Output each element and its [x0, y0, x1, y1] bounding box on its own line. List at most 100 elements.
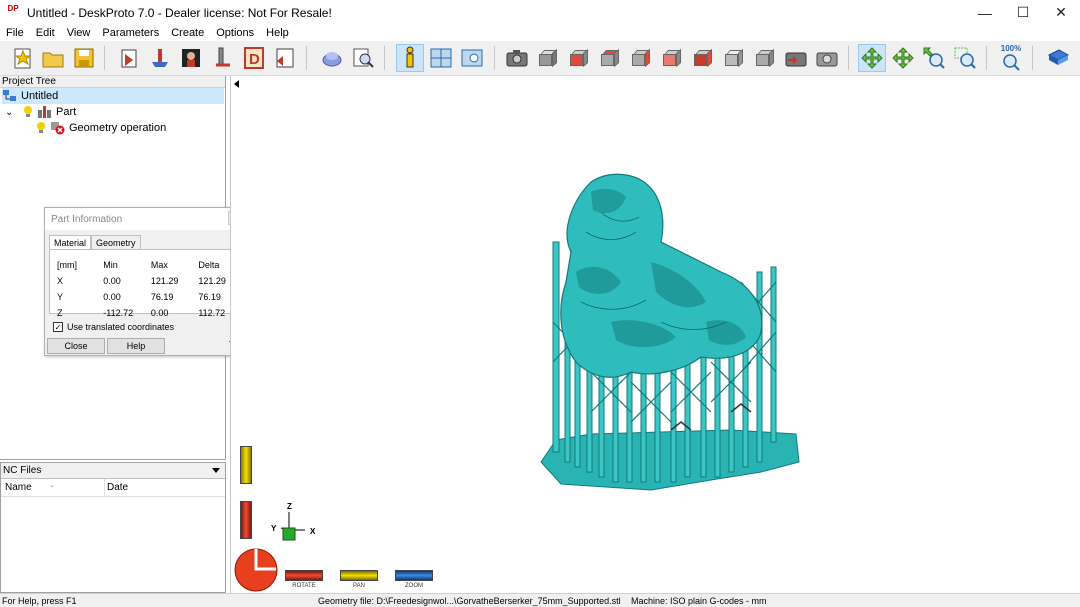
toolbar-separator: [494, 46, 495, 70]
nc-files-columns: Name ⌄ Date: [1, 478, 225, 497]
view-reset-button[interactable]: [751, 44, 779, 72]
view-bottom-button[interactable]: [720, 44, 748, 72]
help-book-button[interactable]: [1044, 44, 1072, 72]
toolbar-separator: [104, 46, 105, 70]
collapse-panel-arrow-icon[interactable]: [234, 80, 239, 88]
export-button[interactable]: [271, 44, 299, 72]
menu-view[interactable]: View: [61, 27, 97, 39]
checkbox-box[interactable]: ✓: [53, 322, 63, 332]
tab-material[interactable]: Material: [49, 235, 92, 249]
col-unit: [mm]: [57, 260, 77, 270]
rotate-bar[interactable]: [285, 570, 323, 581]
column-name[interactable]: Name ⌄: [1, 478, 105, 497]
svg-text:D: D: [249, 51, 260, 68]
info-icon: [406, 46, 414, 68]
part-info-button[interactable]: [396, 44, 424, 72]
minimize-button[interactable]: —: [966, 0, 1004, 25]
nc-files-header: NC Files: [1, 463, 225, 479]
table-row: X 0.00 121.29 121.29: [57, 274, 238, 288]
tree-item-part[interactable]: ⌄ Part: [5, 104, 76, 120]
cube-right-icon: [630, 48, 652, 68]
window-layout-icon: [430, 48, 452, 68]
floppy-icon: [74, 48, 94, 68]
bitmap-icon: [182, 49, 200, 67]
column-date-label: Date: [107, 482, 129, 493]
close-button[interactable]: ✕: [1042, 0, 1080, 25]
min-value: -112.72: [103, 308, 134, 318]
view-front-button[interactable]: [565, 44, 593, 72]
part-information-dialog: Part Information Material Geometry [mm] …: [44, 207, 245, 356]
menu-parameters[interactable]: Parameters: [96, 27, 165, 39]
window-controls: — ☐ ✕: [966, 0, 1080, 25]
tab-geometry[interactable]: Geometry: [91, 235, 141, 249]
simulation-button[interactable]: [318, 44, 346, 72]
menu-help[interactable]: Help: [260, 27, 295, 39]
open-button[interactable]: [39, 44, 67, 72]
snapshot-button[interactable]: [813, 44, 841, 72]
zoom-thumbwheel[interactable]: [240, 446, 252, 484]
preview-button[interactable]: [349, 44, 377, 72]
menu-edit[interactable]: Edit: [30, 27, 61, 39]
drawing-button[interactable]: D: [240, 44, 268, 72]
new-project-button[interactable]: [9, 44, 37, 72]
tree-item-untitled[interactable]: Untitled: [2, 88, 224, 104]
view-left-button[interactable]: [658, 44, 686, 72]
translated-coordinates-checkbox[interactable]: ✓ Use translated coordinates: [53, 322, 174, 332]
cube-bottom-icon: [723, 48, 745, 68]
view-iso-button[interactable]: [534, 44, 562, 72]
pan-mode-button[interactable]: [889, 44, 917, 72]
min-value: 0.00: [103, 276, 121, 286]
column-date[interactable]: Date: [105, 482, 128, 493]
dimensions-table: [mm] Min Max Delta X 0.00 121.29 121.29 …: [55, 256, 240, 322]
toolbar-separator: [1032, 46, 1033, 70]
tree-label-untitled: Untitled: [21, 90, 59, 102]
layout-button[interactable]: [427, 44, 455, 72]
view-top-button[interactable]: [596, 44, 624, 72]
chevron-down-icon: ⌄: [5, 106, 14, 118]
help-dialog-button[interactable]: Help: [107, 338, 165, 354]
col-min: Min: [103, 260, 118, 270]
zoom-bar[interactable]: [395, 570, 433, 581]
zoom-label: ZOOM: [405, 583, 423, 589]
rotate-thumbwheel[interactable]: [240, 501, 252, 539]
view-right-button[interactable]: [627, 44, 655, 72]
tool-button[interactable]: [208, 44, 236, 72]
zoom-100-button[interactable]: 100%: [997, 44, 1025, 72]
bitmap-button[interactable]: [177, 44, 205, 72]
close-dialog-button[interactable]: Close: [47, 338, 105, 354]
operation-error-icon: [51, 122, 65, 135]
toolbar-separator: [306, 46, 307, 70]
cube-iso-icon: [537, 48, 559, 68]
pan-bar[interactable]: [340, 570, 378, 581]
nc-files-panel: NC Files Name ⌄ Date: [0, 462, 226, 593]
menu-options[interactable]: Options: [210, 27, 260, 39]
tree-item-geometry-operation[interactable]: Geometry operation: [34, 120, 166, 136]
camera-icon: [506, 50, 528, 67]
axis-y-label: Y: [271, 524, 277, 533]
zoom-in-icon: [923, 47, 945, 69]
import-geometry-button[interactable]: [115, 44, 143, 72]
dropdown-arrow-icon[interactable]: [212, 468, 220, 473]
cube-front-icon: [568, 48, 590, 68]
title-bar: DP Untitled - DeskProto 7.0 - Dealer lic…: [0, 0, 1080, 25]
max-value: 76.19: [150, 292, 174, 302]
part-parameters-button[interactable]: [146, 44, 174, 72]
screen-settings-button[interactable]: [458, 44, 486, 72]
menu-file[interactable]: File: [0, 27, 30, 39]
zoom-window-button[interactable]: [951, 44, 979, 72]
menu-create[interactable]: Create: [165, 27, 210, 39]
pan-label: PAN: [353, 583, 365, 589]
maximize-button[interactable]: ☐: [1004, 0, 1042, 25]
save-button[interactable]: [70, 44, 98, 72]
toolbar-separator: [986, 46, 987, 70]
3d-viewport[interactable]: Z X Y ROTATE PAN ZOOM: [230, 76, 1080, 593]
camera-button[interactable]: [503, 44, 531, 72]
status-machine: Machine: ISO plain G-codes - mm: [631, 596, 767, 606]
3d-model-render: [540, 173, 800, 491]
column-name-label: Name: [5, 481, 32, 493]
zoom-mode-button[interactable]: [920, 44, 948, 72]
rotate-dial[interactable]: [233, 547, 279, 593]
rotate-mode-button[interactable]: [858, 44, 886, 72]
view-back-button[interactable]: [689, 44, 717, 72]
render-button[interactable]: [782, 44, 810, 72]
